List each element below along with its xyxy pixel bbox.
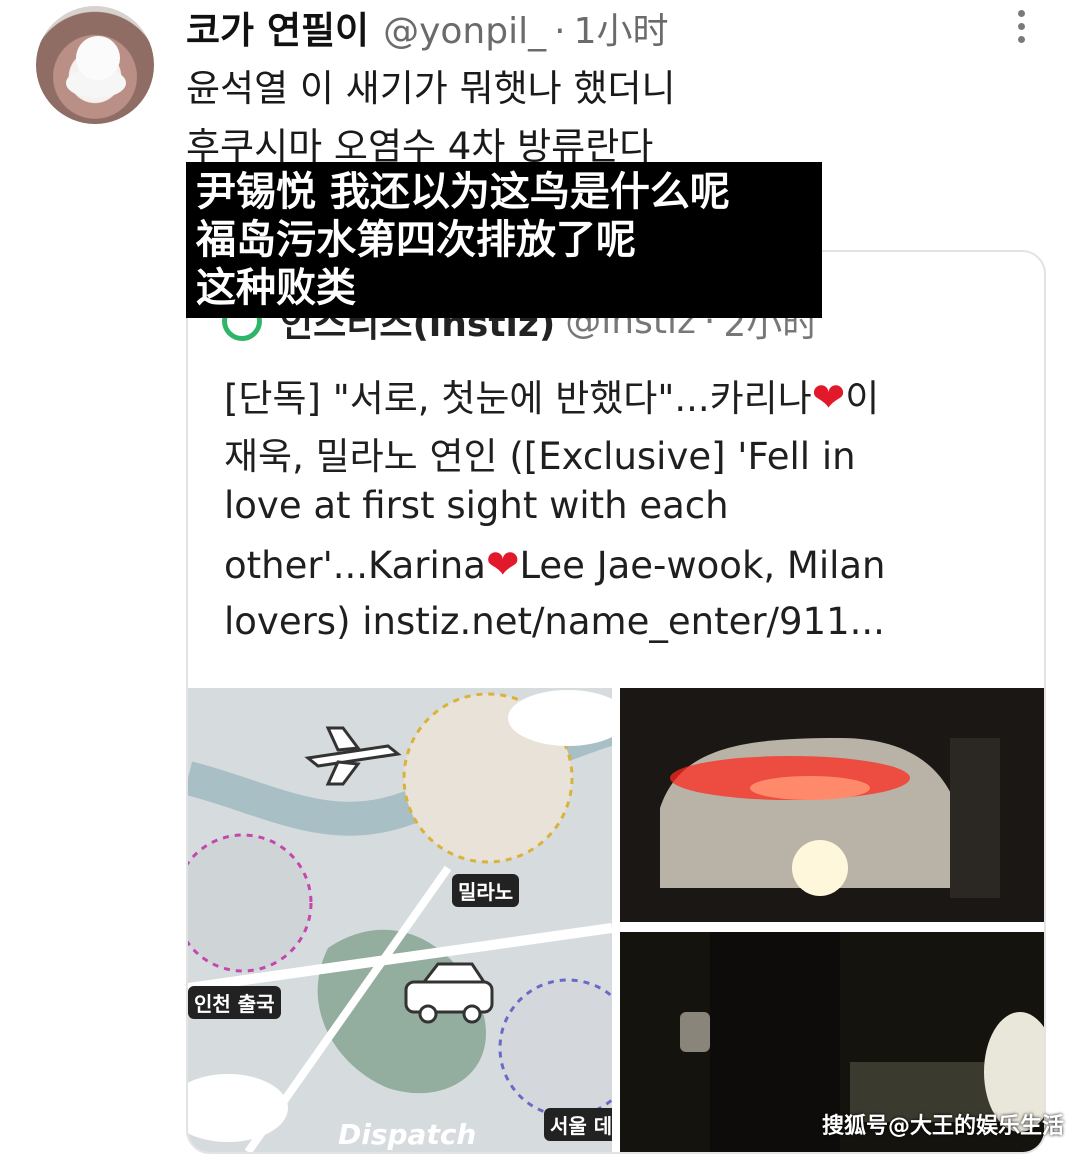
user-handle[interactable]: @yonpil_ <box>383 11 546 52</box>
translation-line-3: 这种败类 <box>196 265 356 311</box>
heart-icon: ❤ <box>811 375 846 421</box>
quoted-text-line-2: 재욱, 밀라노 연인 ([Exclusive] 'Fell in <box>224 435 856 478</box>
translation-line-2: 福岛污水第四次排放了呢 <box>196 217 636 263</box>
watermark: 搜狐号@大王的娱乐生活 <box>822 1114 1065 1139</box>
map-label-seoul: 서울 데 <box>544 1108 612 1141</box>
more-options-icon[interactable] <box>1010 10 1032 50</box>
map-illustration <box>188 688 612 1152</box>
dispatch-brand: Dispatch <box>338 1118 477 1151</box>
night-car-illustration <box>620 688 1044 922</box>
translation-line-1: 尹锡悦 我还以为这鸟是什么呢 <box>196 169 730 215</box>
tweet-text-line-1: 윤석열 이 새기가 뭐햇나 했더니 <box>186 67 676 110</box>
avatar[interactable] <box>36 6 154 124</box>
display-name[interactable]: 코가 연필이 <box>186 0 369 54</box>
timestamp[interactable]: 1小时 <box>574 2 669 54</box>
quoted-text-part: [단독] "서로, 첫눈에 반했다"...카리나 <box>224 377 812 420</box>
tweet-header: 코가 연필이 @yonpil_ · 1小时 <box>186 0 668 52</box>
night-car-photo[interactable] <box>620 688 1044 922</box>
quoted-text-line-3: love at first sight with each <box>224 484 729 527</box>
map-image[interactable]: 밀라노 인천 출국 서울 데 Dispatch <box>188 688 612 1152</box>
translation-overlay: 尹锡悦 我还以为这鸟是什么呢 福岛污水第四次排放了呢 这种败类 <box>186 162 822 318</box>
map-label-milan: 밀라노 <box>452 874 520 907</box>
quoted-text-part: other'...Karina <box>224 544 486 587</box>
heart-icon: ❤ <box>485 542 520 588</box>
quoted-text-line-4: other'...Karina❤Lee Jae-wook, Milan <box>224 542 886 588</box>
quoted-text-line-5[interactable]: lovers) instiz.net/name_enter/911... <box>224 600 885 643</box>
avatar-duck-head <box>76 36 120 80</box>
separator: · <box>554 11 566 52</box>
map-label-incheon: 인천 출국 <box>188 986 281 1019</box>
quoted-text-part: 이 <box>845 377 880 420</box>
quoted-text-part: Lee Jae-wook, Milan <box>519 544 886 587</box>
quoted-text-line-1: [단독] "서로, 첫눈에 반했다"...카리나❤이 <box>224 368 879 422</box>
quoted-tweet-card[interactable]: 인스티즈(instiz) @instiz · 2小时 [단독] "서로, 첫눈에… <box>186 250 1046 1154</box>
